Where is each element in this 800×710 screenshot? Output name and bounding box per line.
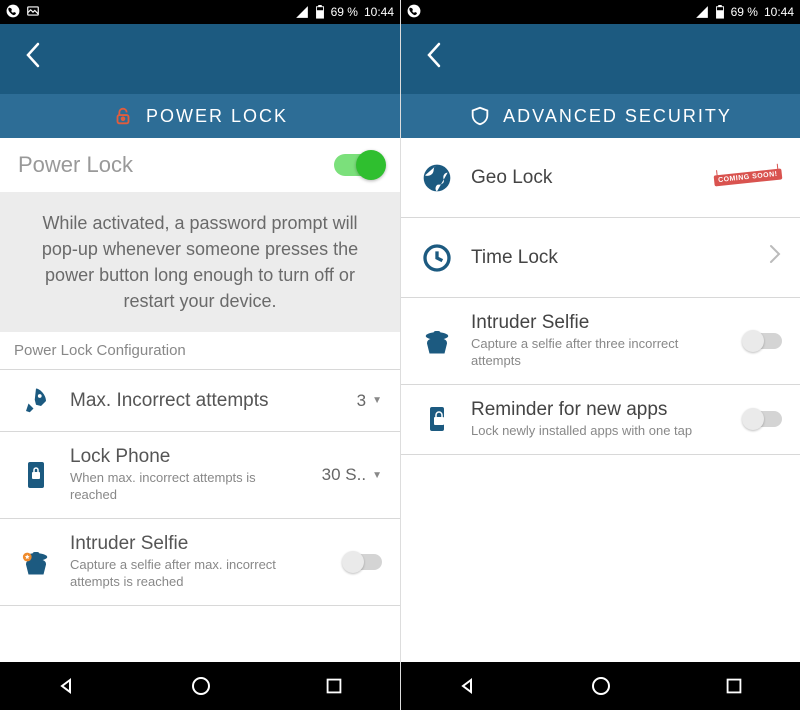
title-bar: ADVANCED SECURITY — [401, 94, 800, 138]
clock-icon — [419, 242, 455, 274]
viber-icon — [6, 4, 20, 21]
row-geo-lock[interactable]: Geo Lock COMING SOON! — [401, 138, 800, 218]
title-text: POWER LOCK — [146, 106, 288, 127]
intruder-label: Intruder Selfie — [70, 533, 328, 555]
power-lock-icon — [112, 105, 134, 127]
max-attempts-value-dropdown[interactable]: 3 ▼ — [357, 391, 382, 411]
reminder-label: Reminder for new apps — [471, 399, 728, 421]
viber-icon — [407, 4, 421, 21]
status-bar: 69 % 10:44 — [0, 0, 400, 24]
chevron-down-icon: ▼ — [372, 470, 382, 481]
geo-lock-label: Geo Lock — [471, 167, 698, 189]
intruder-label: Intruder Selfie — [471, 312, 728, 334]
lock-phone-label: Lock Phone — [70, 446, 306, 468]
lock-phone-value-dropdown[interactable]: 30 S.. ▼ — [322, 465, 382, 485]
signal-icon — [695, 5, 709, 19]
row-lock-phone[interactable]: Lock Phone When max. incorrect attempts … — [0, 432, 400, 519]
battery-percent: 69 % — [731, 5, 758, 19]
nav-bar — [0, 662, 400, 710]
nav-home-button[interactable] — [589, 674, 613, 698]
signal-icon — [295, 5, 309, 19]
power-lock-toggle[interactable] — [334, 154, 382, 176]
battery-percent: 69 % — [331, 5, 358, 19]
nav-back-button[interactable] — [456, 674, 480, 698]
power-lock-label: Power Lock — [18, 152, 133, 178]
chevron-right-icon — [768, 242, 782, 273]
intruder-sublabel: Capture a selfie after three incorrect a… — [471, 336, 728, 370]
power-lock-toggle-row: Power Lock — [0, 138, 400, 192]
title-text: ADVANCED SECURITY — [503, 106, 732, 127]
row-intruder-selfie[interactable]: Intruder Selfie Capture a selfie after t… — [401, 298, 800, 385]
screen-power-lock: 69 % 10:44 POWER LOCK Power Lock While a… — [0, 0, 400, 710]
row-time-lock[interactable]: Time Lock — [401, 218, 800, 298]
clock-text: 10:44 — [764, 5, 794, 19]
row-reminder-new-apps[interactable]: Reminder for new apps Lock newly install… — [401, 385, 800, 455]
globe-icon — [419, 162, 455, 194]
reminder-toggle[interactable] — [744, 411, 782, 427]
config-section-label: Power Lock Configuration — [0, 332, 400, 370]
nav-bar — [401, 662, 800, 710]
nav-recents-button[interactable] — [323, 675, 345, 697]
intruder-icon — [419, 326, 455, 356]
intruder-toggle[interactable] — [344, 554, 382, 570]
coming-soon-badge: COMING SOON! — [714, 168, 782, 186]
clock-text: 10:44 — [364, 5, 394, 19]
row-intruder-selfie[interactable]: Intruder Selfie Capture a selfie after m… — [0, 519, 400, 606]
chevron-down-icon: ▼ — [372, 395, 382, 406]
intruder-toggle[interactable] — [744, 333, 782, 349]
time-lock-label: Time Lock — [471, 247, 752, 269]
battery-icon — [315, 5, 325, 19]
nav-recents-button[interactable] — [723, 675, 745, 697]
back-button[interactable] — [14, 34, 52, 84]
app-lock-icon — [419, 404, 455, 434]
app-header — [0, 24, 400, 94]
reminder-sublabel: Lock newly installed apps with one tap — [471, 423, 728, 440]
intruder-icon — [18, 547, 54, 577]
status-bar: 69 % 10:44 — [401, 0, 800, 24]
intruder-sublabel: Capture a selfie after max. incorrect at… — [70, 557, 328, 591]
nav-home-button[interactable] — [189, 674, 213, 698]
nav-back-button[interactable] — [55, 674, 79, 698]
rocket-icon — [18, 386, 54, 416]
screen-advanced-security: 69 % 10:44 ADVANCED SECURITY Geo Lock — [400, 0, 800, 710]
lock-phone-sublabel: When max. incorrect attempts is reached — [70, 470, 306, 504]
title-bar: POWER LOCK — [0, 94, 400, 138]
battery-icon — [715, 5, 725, 19]
back-button[interactable] — [415, 34, 453, 84]
app-header — [401, 24, 800, 94]
power-lock-description: While activated, a password prompt will … — [0, 192, 400, 332]
gallery-icon — [26, 4, 40, 21]
max-attempts-label: Max. Incorrect attempts — [70, 390, 341, 412]
row-max-attempts[interactable]: Max. Incorrect attempts 3 ▼ — [0, 370, 400, 432]
shield-icon — [469, 105, 491, 127]
phone-lock-icon — [18, 460, 54, 490]
